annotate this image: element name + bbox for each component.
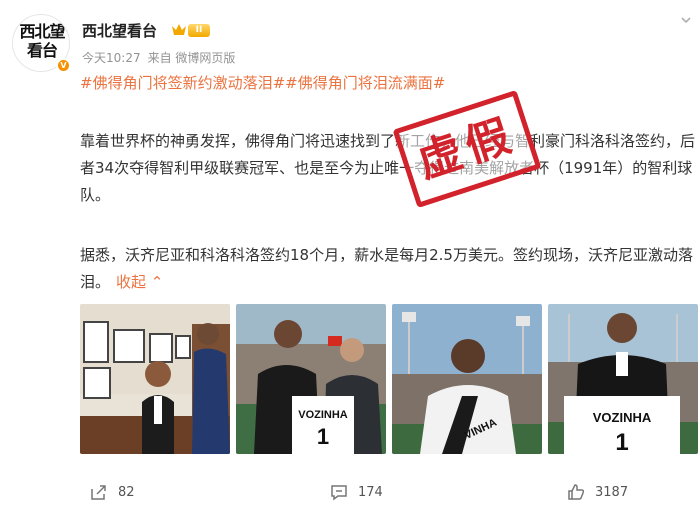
jersey-name: VOZINHA [298, 409, 348, 421]
post-meta: 今天10:27 来自 微博网页版 [82, 49, 235, 66]
jersey-name: VOZINHA [593, 410, 652, 425]
post-photo[interactable]: VINHA [392, 304, 542, 454]
post-paragraph-text: 据悉，沃齐尼亚和科洛科洛签约18个月，薪水是每月2.5万美元。签约现场，沃齐尼亚… [80, 246, 693, 291]
post-photo[interactable] [80, 304, 230, 454]
avatar-logo-text: 西北望看台 [19, 22, 65, 60]
like-count: 3187 [595, 485, 629, 500]
share-count: 82 [118, 485, 135, 500]
chevron-down-icon[interactable] [680, 14, 692, 26]
author-name[interactable]: 西北望看台 [82, 20, 157, 41]
crown-icon [172, 24, 186, 35]
weibo-post: 西北望看台 V 西北望看台 II 今天10:27 来自 微博网页版 #佛得角门将签… [0, 0, 700, 522]
verified-badge-icon: V [56, 58, 71, 73]
post-paragraph: 靠着世界杯的神勇发挥，佛得角门将迅速找到了新工作，他已经与智利豪门科洛科洛签约，… [80, 132, 696, 204]
post-photo[interactable]: VOZINHA 1 [548, 304, 698, 454]
comment-count: 174 [358, 485, 383, 500]
comment-icon [331, 485, 347, 501]
post-time[interactable]: 今天10:27 [82, 51, 141, 65]
topic-tags-link[interactable]: #佛得角门将签新约激动落泪##佛得角门将泪流满面# [80, 72, 445, 93]
thumbs-up-icon [568, 484, 585, 500]
jersey-number: 1 [615, 429, 628, 454]
share-icon [91, 485, 106, 500]
collapse-link[interactable]: 收起 ⌃ [116, 273, 163, 291]
post-paragraph: 据悉，沃齐尼亚和科洛科洛签约18个月，薪水是每月2.5万美元。签约现场，沃齐尼亚… [80, 242, 700, 296]
post-source: 来自 微博网页版 [147, 51, 236, 65]
level-badge: II [188, 24, 210, 37]
jersey-number: 1 [317, 424, 329, 449]
post-photo[interactable]: VOZINHA 1 [236, 304, 386, 454]
